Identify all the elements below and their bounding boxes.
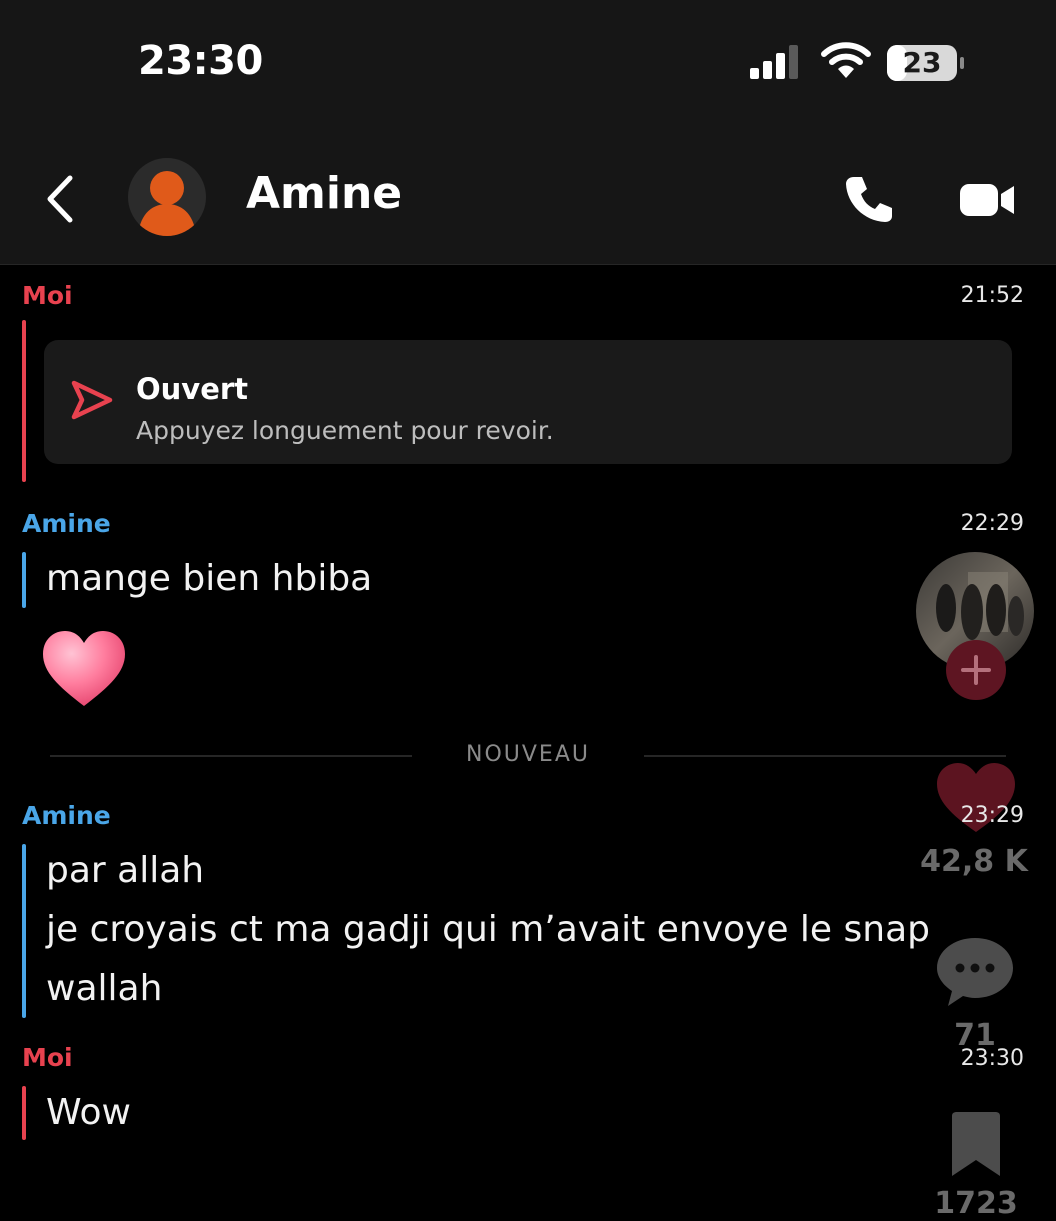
message-line: Wow: [46, 1092, 131, 1133]
snap-status: Ouvert: [136, 372, 249, 406]
video-camera-icon[interactable]: [958, 180, 1016, 220]
contact-name[interactable]: Amine: [246, 168, 402, 219]
status-bar: 23:30 23: [0, 0, 1056, 128]
snap-hint: Appuyez longuement pour revoir.: [136, 416, 554, 445]
snap-card[interactable]: Ouvert Appuyez longuement pour revoir.: [44, 340, 1012, 464]
message-line: par allah: [46, 850, 205, 891]
message-bar: [22, 552, 26, 608]
message-text: Wow: [46, 1083, 131, 1142]
sender-label: Amine: [22, 509, 111, 538]
chat-header: Amine: [0, 128, 1056, 265]
divider-line: [644, 755, 1006, 757]
new-messages-divider: NOUVEAU: [466, 742, 590, 767]
heart-emoji: [43, 631, 125, 706]
message-bar: [22, 1086, 26, 1140]
message-time: 23:30: [960, 1046, 1024, 1071]
message-bar: [22, 320, 26, 482]
divider-line: [50, 755, 412, 757]
wifi-icon: [821, 42, 871, 78]
sender-label: Amine: [22, 801, 111, 830]
battery-indicator: 23: [886, 44, 966, 82]
comment-icon[interactable]: [934, 934, 1016, 1010]
message-line: wallah: [46, 968, 163, 1009]
message-bar: [22, 844, 26, 1018]
avatar-icon[interactable]: [128, 158, 206, 236]
message-line: je croyais ct ma gadji qui m’avait envoy…: [46, 909, 931, 950]
message-line: mange bien hbiba: [46, 558, 373, 599]
message-text: par allah je croyais ct ma gadji qui m’a…: [46, 841, 930, 1018]
sender-label: Moi: [22, 281, 73, 310]
snap-sent-arrow-icon: [71, 380, 113, 420]
phone-icon[interactable]: [842, 172, 896, 226]
bookmark-count: 1723: [934, 1186, 1018, 1221]
message-time: 22:29: [960, 511, 1024, 536]
sender-label: Moi: [22, 1043, 73, 1072]
status-time: 23:30: [138, 38, 263, 84]
cellular-signal-icon: [750, 45, 798, 79]
back-chevron-icon[interactable]: [40, 172, 80, 226]
message-time: 23:29: [960, 803, 1024, 828]
plus-icon: [961, 655, 991, 685]
message-text: mange bien hbiba: [46, 549, 372, 608]
battery-level: 23: [902, 46, 942, 79]
follow-button[interactable]: [946, 640, 1006, 700]
message-time: 21:52: [960, 283, 1024, 308]
bookmark-icon[interactable]: [946, 1110, 1006, 1180]
like-count: 42,8 K: [920, 844, 1028, 879]
